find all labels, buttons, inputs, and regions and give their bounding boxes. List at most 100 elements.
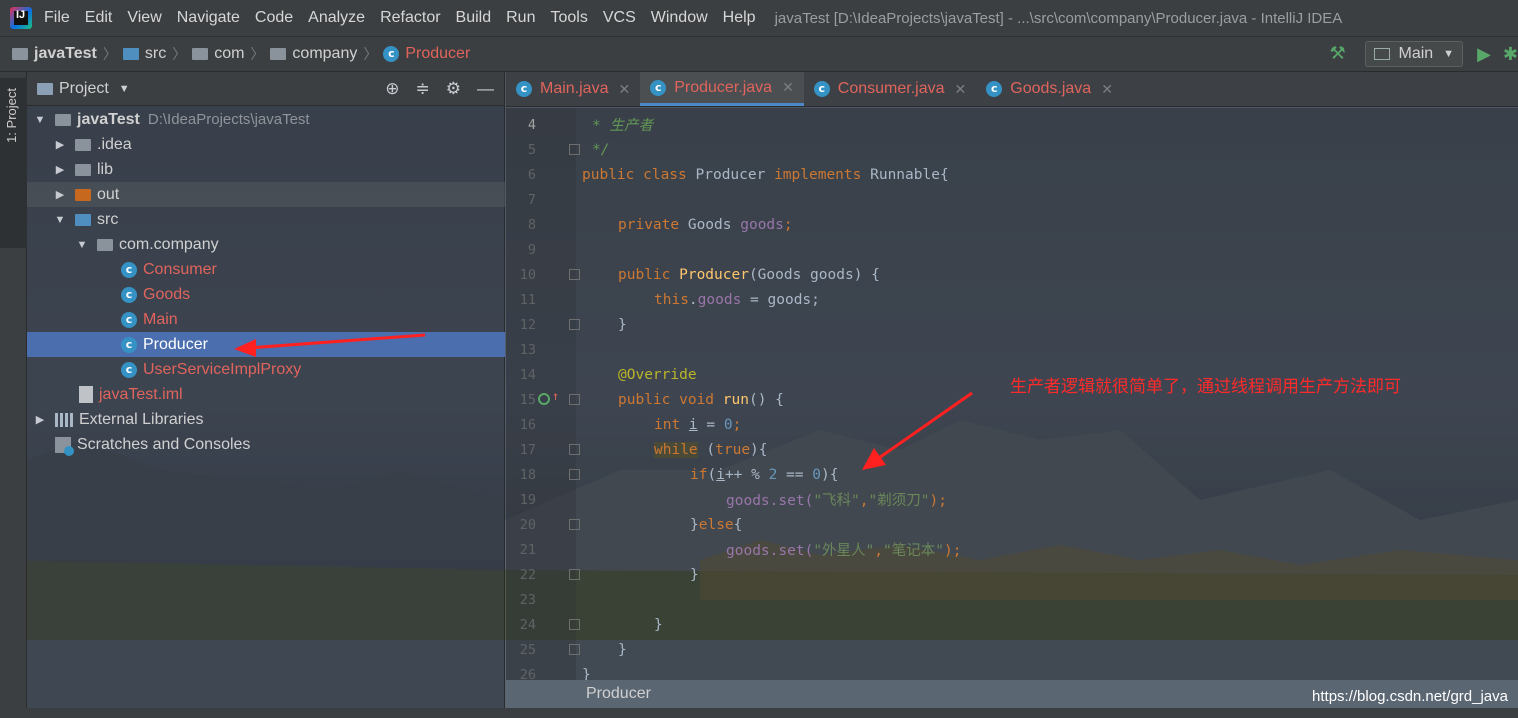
fold-marker-icon[interactable]: [569, 519, 580, 530]
expand-arrow-icon[interactable]: ▼: [75, 239, 89, 251]
breadcrumb-label: com: [214, 45, 245, 62]
arrow-up-icon: ↑: [552, 389, 560, 403]
tab-consumer-java[interactable]: c Consumer.java ✕: [804, 72, 976, 106]
tab-main-java[interactable]: c Main.java ✕: [506, 72, 640, 106]
debug-icon[interactable]: ✱: [1503, 44, 1518, 65]
code-text: private Goods goods;: [618, 216, 793, 233]
collapse-arrow-icon[interactable]: ▶: [33, 413, 47, 426]
project-tool-tab[interactable]: 1: Project: [0, 78, 27, 248]
tree-node-external-libraries[interactable]: ▶ External Libraries: [27, 407, 505, 432]
tree-node-javatest[interactable]: ▼ javaTest D:\IdeaProjects\javaTest: [27, 107, 505, 132]
close-icon[interactable]: ✕: [1101, 81, 1113, 98]
tree-node-out[interactable]: ▶ out: [27, 182, 505, 207]
code-line: 24 }: [506, 612, 1518, 637]
menu-analyze[interactable]: Analyze: [308, 9, 365, 27]
menu-vcs[interactable]: VCS: [603, 9, 636, 27]
package-icon: [192, 48, 209, 60]
fold-marker-icon[interactable]: [569, 569, 580, 580]
tree-node-src[interactable]: ▼ src: [27, 207, 505, 232]
watermark: https://blog.csdn.net/grd_java: [1312, 688, 1508, 705]
minimize-icon[interactable]: —: [477, 79, 494, 99]
code-text: goods.set("外星人","笔记本");: [726, 543, 962, 559]
breadcrumb-project[interactable]: javaTest 〉: [12, 44, 123, 64]
tree-node-proxy[interactable]: c UserServiceImplProxy: [27, 357, 505, 382]
collapse-all-icon[interactable]: ≑: [416, 79, 430, 99]
tree-node-idea[interactable]: ▶ .idea: [27, 132, 505, 157]
build-hammer-icon[interactable]: ⚒: [1329, 43, 1351, 65]
tree-node-label: Main: [143, 310, 178, 328]
collapse-arrow-icon[interactable]: ▶: [53, 188, 67, 201]
tree-node-iml[interactable]: javaTest.iml: [27, 382, 505, 407]
fold-marker-icon[interactable]: [569, 269, 580, 280]
breadcrumb-company[interactable]: company 〉: [270, 44, 383, 64]
code-text: }: [618, 316, 627, 333]
code-text: goods.set("飞科","剃须刀");: [726, 493, 947, 509]
menu-refactor[interactable]: Refactor: [380, 9, 440, 27]
project-panel: Project ▼ ⊕ ≑ ⚙ — ▼ javaTest D:\IdeaProj…: [27, 72, 505, 708]
close-icon[interactable]: ✕: [955, 81, 967, 98]
expand-arrow-icon[interactable]: ▼: [33, 114, 47, 126]
tree-node-scratches[interactable]: Scratches and Consoles: [27, 432, 505, 457]
tree-node-lib[interactable]: ▶ lib: [27, 157, 505, 182]
line-number: 5: [527, 141, 536, 158]
tree-node-label: Scratches and Consoles: [77, 435, 251, 453]
chevron-down-icon[interactable]: ▼: [119, 83, 130, 95]
package-icon: [97, 238, 113, 251]
run-configuration-select[interactable]: Main ▼: [1365, 41, 1464, 67]
breadcrumb-src[interactable]: src 〉: [122, 44, 192, 64]
fold-marker-icon[interactable]: [569, 619, 580, 630]
menu-window[interactable]: Window: [651, 9, 708, 27]
fold-marker-icon[interactable]: [569, 644, 580, 655]
fold-marker-icon[interactable]: [569, 469, 580, 480]
menu-help[interactable]: Help: [723, 9, 756, 27]
expand-arrow-icon[interactable]: ▼: [53, 214, 67, 226]
code-line: 12 }: [506, 312, 1518, 337]
code-text: public Producer(Goods goods) {: [618, 266, 880, 283]
close-icon[interactable]: ✕: [618, 81, 630, 98]
tree-node-main[interactable]: c Main: [27, 307, 505, 332]
line-number: 17: [519, 441, 536, 458]
fold-marker-icon[interactable]: [569, 394, 580, 405]
tree-node-label: javaTest.iml: [99, 385, 183, 403]
fold-marker-icon[interactable]: [569, 144, 580, 155]
line-number: 11: [519, 291, 536, 308]
menu-view[interactable]: View: [127, 9, 161, 27]
tree-node-producer[interactable]: c Producer: [27, 332, 505, 357]
locate-target-icon[interactable]: ⊕: [385, 79, 399, 99]
project-panel-header: Project ▼ ⊕ ≑ ⚙ —: [27, 72, 504, 106]
tree-node-goods[interactable]: c Goods: [27, 282, 505, 307]
tab-label: Consumer.java: [837, 80, 945, 97]
tab-producer-java[interactable]: c Producer.java ✕: [640, 72, 804, 106]
menu-navigate[interactable]: Navigate: [177, 9, 240, 27]
left-tool-strip: 1: Project: [0, 72, 27, 718]
code-line: 7: [506, 187, 1518, 212]
class-icon: c: [121, 286, 137, 303]
run-icon[interactable]: ▶: [1477, 44, 1491, 65]
breadcrumb-producer[interactable]: c Producer: [383, 45, 470, 63]
tree-node-package[interactable]: ▼ com.company: [27, 232, 505, 257]
menu-edit[interactable]: Edit: [85, 9, 113, 27]
fold-marker-icon[interactable]: [569, 444, 580, 455]
menu-file[interactable]: File: [44, 9, 70, 27]
line-number: 8: [527, 216, 536, 233]
override-icon[interactable]: [538, 393, 550, 405]
line-number: 22: [519, 566, 536, 583]
intellij-logo-icon: IJ: [10, 7, 32, 29]
application-icon: [1374, 48, 1391, 60]
breadcrumb-com[interactable]: com 〉: [192, 44, 270, 64]
menu-run[interactable]: Run: [506, 9, 535, 27]
collapse-arrow-icon[interactable]: ▶: [53, 138, 67, 151]
tree-node-consumer[interactable]: c Consumer: [27, 257, 505, 282]
project-panel-title[interactable]: Project: [59, 80, 109, 98]
close-icon[interactable]: ✕: [782, 79, 794, 96]
package-icon: [270, 48, 287, 60]
menu-build[interactable]: Build: [456, 9, 492, 27]
fold-marker-icon[interactable]: [569, 319, 580, 330]
tab-goods-java[interactable]: c Goods.java ✕: [976, 72, 1123, 106]
gear-icon[interactable]: ⚙: [446, 79, 461, 99]
menu-code[interactable]: Code: [255, 9, 293, 27]
annotation-note: 生产者逻辑就很简单了，通过线程调用生产方法即可: [1010, 377, 1401, 397]
collapse-arrow-icon[interactable]: ▶: [53, 163, 67, 176]
code-text: * 生产者: [592, 118, 653, 134]
menu-tools[interactable]: Tools: [550, 9, 587, 27]
